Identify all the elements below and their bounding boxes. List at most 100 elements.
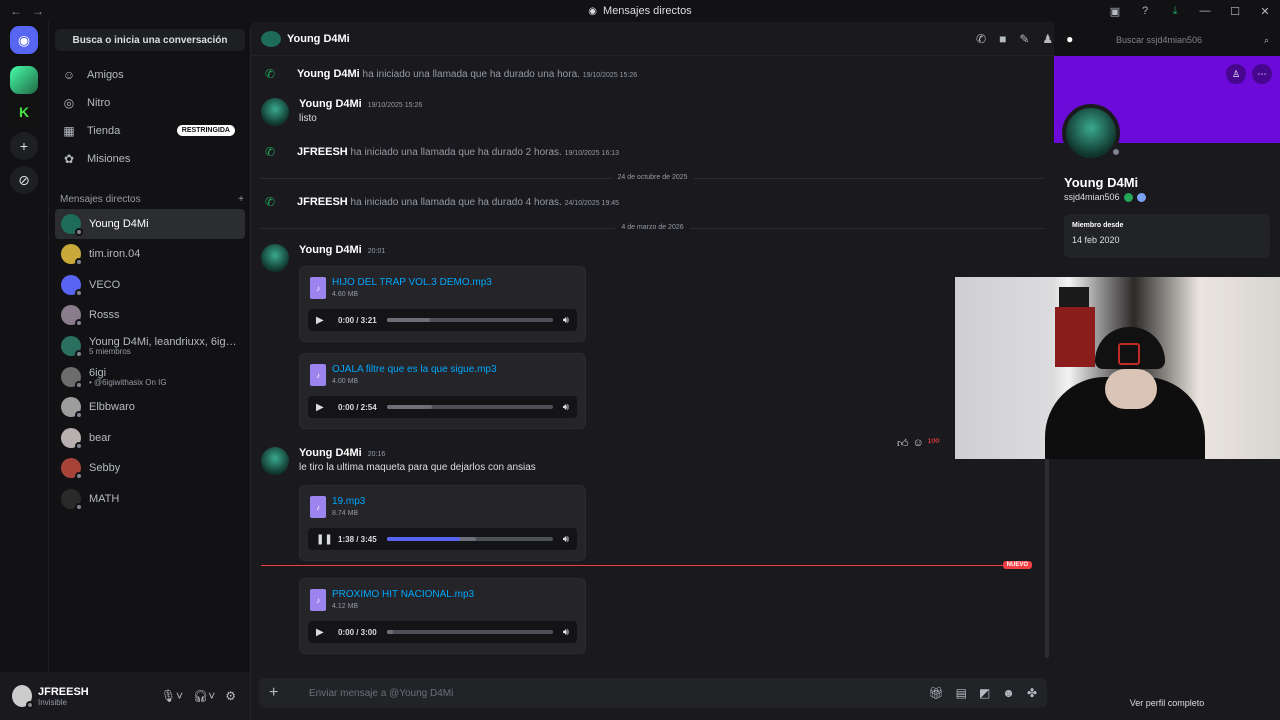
discord-logo-icon: ◉: [588, 5, 598, 17]
volume-icon[interactable]: 🔊︎: [563, 534, 569, 545]
sticker-icon[interactable]: ◩: [979, 686, 990, 700]
nav-nitro[interactable]: ◎ Nitro: [55, 90, 245, 116]
dm-item[interactable]: MATH: [55, 484, 245, 514]
audio-seekbar[interactable]: [386, 630, 553, 634]
gif-icon[interactable]: ▤: [956, 686, 967, 700]
username-link[interactable]: JFREESH: [297, 146, 348, 158]
audio-filename[interactable]: PROXIMO HIT NACIONAL.mp3: [332, 589, 474, 600]
date-divider-label: 4 de marzo de 2026: [251, 224, 1054, 231]
audio-seekbar[interactable]: [386, 318, 553, 322]
forward-arrow-icon[interactable]: →: [32, 4, 44, 18]
add-server-icon[interactable]: +: [10, 132, 38, 160]
pause-icon[interactable]: ❚❚: [316, 534, 333, 545]
emoji-react-icon[interactable]: ☺: [913, 437, 924, 450]
dm-item[interactable]: Elbbwaro: [55, 392, 245, 422]
message-composer[interactable]: + Enviar mensaje a @Young D4Mi 🎁︎ ▤ ◩ ☻ …: [259, 678, 1047, 708]
add-friends-icon[interactable]: ♟: [1042, 32, 1053, 46]
buffered-fill: [386, 318, 430, 322]
dm-item[interactable]: tim.iron.04: [55, 239, 245, 269]
more-options-icon[interactable]: ⋯: [1252, 64, 1272, 84]
maximize-button[interactable]: ☐: [1220, 5, 1250, 18]
window-title: ◉ Mensajes directos: [588, 5, 692, 17]
gift-icon[interactable]: 🎁︎: [928, 686, 943, 700]
audio-filename[interactable]: OJALA filtre que es la que sigue.mp3: [332, 364, 497, 375]
avatar: [61, 367, 83, 389]
search-input[interactable]: Buscar ssjd4mian506 ⌕: [1110, 30, 1275, 50]
home-button[interactable]: ◉: [10, 26, 38, 54]
avatar[interactable]: [261, 244, 289, 272]
new-dm-icon[interactable]: +: [238, 194, 244, 205]
add-attachment-icon[interactable]: +: [269, 684, 289, 702]
username-link[interactable]: Young D4Mi: [299, 98, 362, 110]
video-call-icon[interactable]: ■: [999, 32, 1006, 46]
nav-friends[interactable]: ☺ Amigos: [55, 62, 245, 88]
user-profile-icon[interactable]: ●: [1066, 32, 1073, 46]
composer-input[interactable]: Enviar mensaje a @Young D4Mi: [309, 688, 453, 699]
play-icon[interactable]: ▶: [316, 402, 328, 413]
voice-call-icon[interactable]: ✆: [976, 32, 986, 46]
dm-name: Rosss: [89, 308, 120, 321]
avatar[interactable]: [12, 685, 34, 709]
username-link[interactable]: Young D4Mi: [297, 68, 360, 80]
avatar[interactable]: [261, 447, 289, 475]
call-event: ✆ JFREESH ha iniciado una llamada que ha…: [261, 195, 619, 209]
download-icon[interactable]: ⤓: [1160, 5, 1190, 18]
audio-filesize: 8.74 MB: [332, 510, 359, 517]
minimize-button[interactable]: —: [1190, 5, 1220, 17]
play-icon[interactable]: ▶: [316, 627, 328, 638]
dm-item[interactable]: Young D4Mi: [55, 209, 245, 239]
nav-quests[interactable]: ✿ Misiones: [55, 146, 245, 172]
audio-attachment: ♪ 19.mp3 8.74 MB ❚❚ 1:38 / 3:45 🔊︎: [299, 485, 586, 561]
audio-filename[interactable]: HIJO DEL TRAP VOL.3 DEMO.mp3: [332, 277, 492, 288]
play-icon[interactable]: ▶: [316, 315, 328, 326]
apps-icon[interactable]: ✤: [1027, 686, 1037, 700]
avatar: [61, 305, 83, 327]
progress-fill: [386, 537, 460, 541]
help-icon[interactable]: ?: [1130, 5, 1160, 17]
hundred-icon[interactable]: ¹ºº: [928, 437, 940, 450]
audio-seekbar[interactable]: [386, 405, 553, 409]
headphones-icon[interactable]: 🎧︎˅: [193, 689, 215, 703]
timestamp: 24/10/2025 19:45: [564, 200, 620, 207]
dm-item[interactable]: bear: [55, 423, 245, 453]
thumbs-up-icon[interactable]: 👍︎: [897, 437, 909, 450]
audio-filename[interactable]: 19.mp3: [332, 496, 365, 507]
settings-gear-icon[interactable]: ⚙: [225, 689, 236, 703]
audio-seekbar[interactable]: [386, 537, 553, 541]
audio-player: ▶ 0:00 / 2:54 🔊︎: [308, 396, 577, 418]
username-link[interactable]: Young D4Mi: [299, 447, 362, 459]
close-button[interactable]: ✕: [1250, 5, 1280, 18]
microphone-icon[interactable]: 🎙︎˅: [161, 689, 183, 703]
restricted-badge: RESTRINGIDA: [176, 125, 235, 136]
back-arrow-icon[interactable]: ←: [10, 4, 22, 18]
server-icon[interactable]: K: [10, 98, 38, 126]
dm-item[interactable]: 6igi • @6igiwithasix On IG: [55, 362, 245, 392]
find-conversation-button[interactable]: Busca o inicia una conversación: [55, 29, 245, 51]
dm-item[interactable]: Young D4Mi, leandriuxx, 6igi, w... 5 miem…: [55, 331, 245, 361]
scrollbar[interactable]: [1045, 458, 1049, 658]
volume-icon[interactable]: 🔊︎: [563, 315, 569, 326]
username-link[interactable]: Young D4Mi: [299, 244, 362, 256]
shop-icon: ▦: [63, 124, 75, 138]
username-link[interactable]: JFREESH: [297, 196, 348, 208]
volume-icon[interactable]: 🔊︎: [563, 627, 569, 638]
server-icon[interactable]: [10, 66, 38, 94]
quests-icon: ✿: [63, 152, 75, 166]
avatar[interactable]: [261, 98, 289, 126]
nav-shop[interactable]: ▦ Tienda RESTRINGIDA: [55, 118, 245, 144]
add-friend-icon[interactable]: ♙: [1226, 64, 1246, 84]
dm-item[interactable]: Rosss: [55, 300, 245, 330]
call-text: ha iniciado una llamada que ha durado 2 …: [350, 147, 562, 158]
pin-icon[interactable]: ✎: [1019, 32, 1029, 46]
discover-icon[interactable]: ⊘: [10, 166, 38, 194]
emoji-icon[interactable]: ☻: [1002, 686, 1015, 700]
dm-item[interactable]: Sebby: [55, 453, 245, 483]
audio-file-icon: ♪: [310, 496, 326, 518]
volume-icon[interactable]: 🔊︎: [563, 402, 569, 413]
profile-name: Young D4Mi: [1064, 175, 1139, 190]
dm-item[interactable]: VECO: [55, 270, 245, 300]
profile-avatar[interactable]: [1062, 104, 1122, 162]
view-full-profile-link[interactable]: Ver perfil completo: [1054, 698, 1280, 708]
dm-name: MATH: [89, 492, 120, 505]
inbox-icon[interactable]: ▣: [1100, 5, 1130, 18]
